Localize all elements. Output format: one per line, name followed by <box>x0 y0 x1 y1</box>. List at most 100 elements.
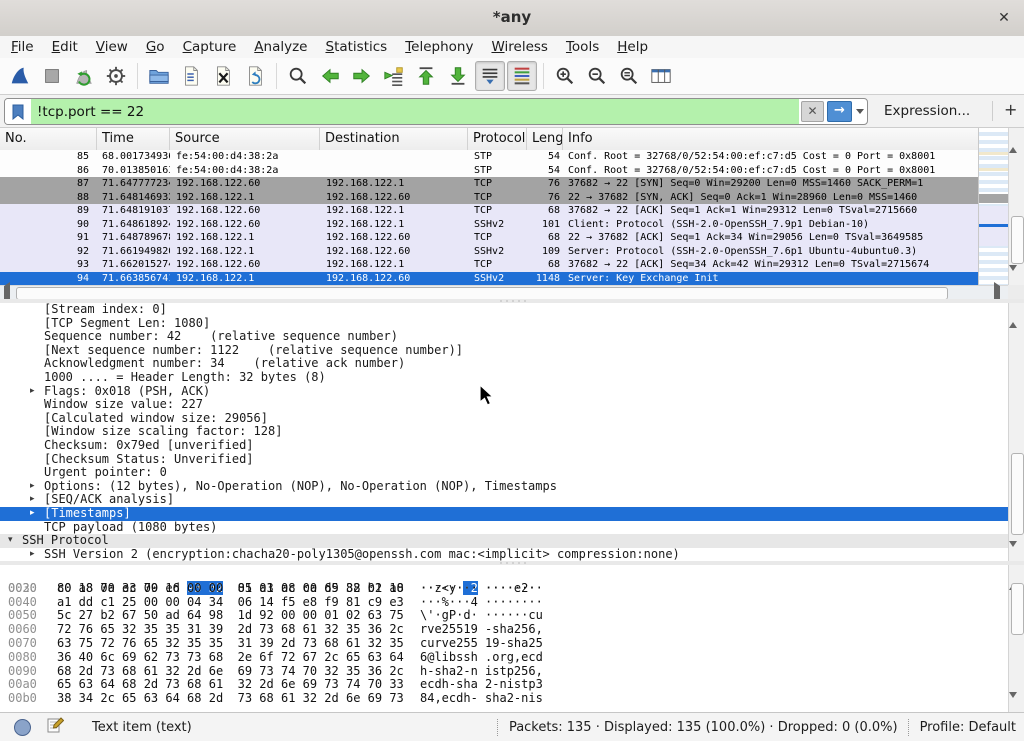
expression-button[interactable]: Expression... <box>884 103 970 119</box>
detail-row[interactable]: [Checksum Status: Unverified] <box>0 453 1008 467</box>
detail-row[interactable]: Acknowledgment number: 34 (relative ack … <box>0 357 1008 371</box>
packet-row[interactable]: 8670.013850163fe:54:00:d4:38:2aSTP54Conf… <box>0 164 978 178</box>
hex-ascii[interactable]: 84,ecdh- sha2-nis <box>420 692 543 706</box>
hex-vscrollbar[interactable] <box>1008 565 1024 712</box>
filter-clear-icon[interactable]: ✕ <box>801 101 824 122</box>
detail-row[interactable]: ▾SSH Protocol <box>0 534 1008 548</box>
hex-ascii[interactable]: rve25519 -sha256, <box>420 623 543 637</box>
add-filter-button[interactable]: + <box>1004 100 1017 119</box>
hex-row[interactable]: 008036 40 6c 69 62 73 73 68 2e 6f 72 67 … <box>0 651 1008 665</box>
filter-bookmark-icon[interactable] <box>5 99 31 124</box>
profile-label[interactable]: Profile: Default <box>920 720 1016 735</box>
zoom-in-button[interactable] <box>550 61 580 91</box>
hex-bytes[interactable]: 38 34 2c 65 63 64 68 2d 73 68 61 32 2d 6… <box>57 692 404 706</box>
column-no[interactable]: No. <box>0 128 97 150</box>
scroll-thumb[interactable] <box>1011 453 1024 535</box>
column-source[interactable]: Source <box>170 128 320 150</box>
reload-file-button[interactable] <box>240 61 270 91</box>
go-back-button[interactable] <box>315 61 345 91</box>
scroll-down-icon[interactable] <box>1009 698 1024 712</box>
packet-row[interactable]: 9371.662015274192.168.122.60192.168.122.… <box>0 258 978 272</box>
capture-comment-icon[interactable] <box>47 717 64 738</box>
go-to-packet-button[interactable] <box>379 61 409 91</box>
scroll-up-icon[interactable] <box>1009 565 1024 579</box>
expert-info-icon[interactable] <box>14 719 31 736</box>
menu-view[interactable]: View <box>87 36 137 58</box>
hex-ascii[interactable]: \'·gP·d· ······cu <box>420 609 543 623</box>
hex-ascii[interactable]: ····y··· ········ <box>420 582 543 596</box>
zoom-original-button[interactable] <box>614 61 644 91</box>
menu-help[interactable]: Help <box>608 36 657 58</box>
detail-row[interactable]: ▸[SEQ/ACK analysis] <box>0 493 1008 507</box>
find-packet-button[interactable] <box>283 61 313 91</box>
scroll-left-icon[interactable] <box>0 286 14 300</box>
detail-row[interactable]: ▸SSH Version 2 (encryption:chacha20-poly… <box>0 548 1008 561</box>
scroll-down-icon[interactable] <box>1009 271 1024 285</box>
column-length[interactable]: Length <box>527 128 563 150</box>
restart-capture-button[interactable] <box>69 61 99 91</box>
expander-icon[interactable]: ▸ <box>30 507 44 521</box>
packet-row[interactable]: 9271.661949820192.168.122.1192.168.122.6… <box>0 245 978 259</box>
menu-statistics[interactable]: Statistics <box>316 36 396 58</box>
filter-dropdown-icon[interactable] <box>853 99 867 124</box>
hex-ascii[interactable]: ecdh-sha 2-nistp3 <box>420 678 543 692</box>
expander-icon[interactable]: ▸ <box>30 480 44 494</box>
scroll-up-icon[interactable] <box>1009 303 1024 317</box>
auto-scroll-toggle-button[interactable] <box>475 61 505 91</box>
menu-analyze[interactable]: Analyze <box>245 36 316 58</box>
hex-bytes[interactable]: 80 18 00 e3 79 ed 00 00 01 01 08 0a d9 8… <box>57 582 404 596</box>
hex-ascii[interactable]: ···%···4 ········ <box>420 596 543 610</box>
save-file-button[interactable] <box>176 61 206 91</box>
hex-bytes[interactable]: a1 dd c1 25 00 00 04 34 06 14 f5 e8 f9 8… <box>57 596 404 610</box>
colorize-toggle-button[interactable] <box>507 61 537 91</box>
hex-bytes[interactable]: 36 40 6c 69 62 73 73 68 2e 6f 72 67 2c 6… <box>57 651 404 665</box>
filter-apply-icon[interactable]: → <box>827 101 852 122</box>
column-protocol[interactable]: Protocol <box>468 128 527 150</box>
hex-bytes[interactable]: 5c 27 b2 67 50 ad 64 98 1d 92 00 00 01 0… <box>57 609 404 623</box>
start-capture-button[interactable] <box>5 61 35 91</box>
scroll-thumb[interactable] <box>1011 216 1024 264</box>
title-bar[interactable]: *any ✕ <box>0 0 1024 37</box>
scroll-thumb[interactable] <box>1011 583 1024 635</box>
detail-row[interactable]: ▸Options: (12 bytes), No-Operation (NOP)… <box>0 480 1008 494</box>
detail-row[interactable]: Window size value: 227 <box>0 398 1008 412</box>
packet-list-hscrollbar[interactable] <box>0 285 1008 299</box>
hex-row[interactable]: 009068 2d 73 68 61 32 2d 6e 69 73 74 70 … <box>0 665 1008 679</box>
menu-edit[interactable]: Edit <box>43 36 87 58</box>
details-vscrollbar[interactable] <box>1008 303 1024 561</box>
expander-icon[interactable]: ▸ <box>30 493 44 507</box>
detail-row[interactable]: Sequence number: 42 (relative sequence n… <box>0 330 1008 344</box>
open-file-button[interactable] <box>144 61 174 91</box>
packet-row[interactable]: 8971.648191037192.168.122.60192.168.122.… <box>0 204 978 218</box>
detail-row[interactable]: Checksum: 0x79ed [unverified] <box>0 439 1008 453</box>
expander-icon[interactable]: ▸ <box>30 385 44 399</box>
hex-row[interactable]: 00a065 63 64 68 2d 73 68 61 32 2d 6e 69 … <box>0 678 1008 692</box>
resize-columns-button[interactable] <box>646 61 676 91</box>
packet-row[interactable]: 8771.647777234192.168.122.60192.168.122.… <box>0 177 978 191</box>
first-packet-button[interactable] <box>411 61 441 91</box>
zoom-out-button[interactable] <box>582 61 612 91</box>
filter-text[interactable]: !tcp.port == 22 <box>31 99 799 124</box>
menu-go[interactable]: Go <box>137 36 174 58</box>
hex-row[interactable]: 0020c0 a8 7a 3c 00 16 93 32 85 a3 ac c0 … <box>0 568 1008 582</box>
packet-minimap-scrollbar[interactable] <box>978 128 1008 285</box>
detail-row[interactable]: [TCP Segment Len: 1080] <box>0 317 1008 331</box>
column-destination[interactable]: Destination <box>320 128 468 150</box>
detail-row[interactable]: 1000 .... = Header Length: 32 bytes (8) <box>0 371 1008 385</box>
hex-bytes[interactable]: 65 63 64 68 2d 73 68 61 32 2d 6e 69 73 7… <box>57 678 404 692</box>
close-file-button[interactable] <box>208 61 238 91</box>
display-filter-input[interactable]: !tcp.port == 22 ✕ → <box>4 98 868 125</box>
go-forward-button[interactable] <box>347 61 377 91</box>
packet-row[interactable]: 9071.648618924192.168.122.60192.168.122.… <box>0 218 978 232</box>
packet-list-vscrollbar[interactable] <box>1008 128 1024 285</box>
capture-options-button[interactable] <box>101 61 131 91</box>
packet-row-selected[interactable]: 9471.663856741192.168.122.1192.168.122.6… <box>0 272 978 286</box>
menu-capture[interactable]: Capture <box>174 36 246 58</box>
scroll-down-icon[interactable] <box>1009 547 1024 561</box>
menu-file[interactable]: File <box>2 36 43 58</box>
packet-row[interactable]: 8871.648146932192.168.122.1192.168.122.6… <box>0 191 978 205</box>
hex-row[interactable]: 00505c 27 b2 67 50 ad 64 98 1d 92 00 00 … <box>0 609 1008 623</box>
expander-icon[interactable]: ▾ <box>8 534 22 548</box>
detail-row[interactable]: [Next sequence number: 1122 (relative se… <box>0 344 1008 358</box>
menu-tools[interactable]: Tools <box>557 36 608 58</box>
